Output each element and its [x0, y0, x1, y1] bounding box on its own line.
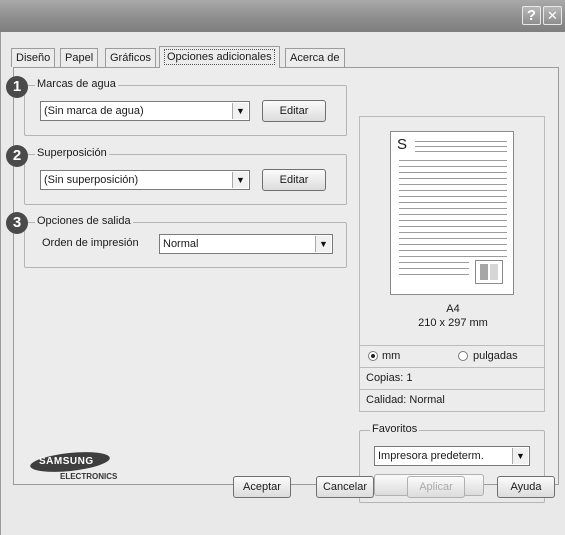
overlay-select-value: (Sin superposición)	[44, 174, 139, 186]
step-1-badge: 1	[6, 76, 28, 98]
units-row: mm pulgadas	[359, 346, 545, 368]
watermark-group-title: Marcas de agua	[35, 78, 118, 90]
tab-opciones-adicionales[interactable]: Opciones adicionales	[159, 46, 280, 68]
output-options-group: Opciones de salida Orden de impresión No…	[24, 215, 347, 268]
tab-diseno[interactable]: Diseño	[11, 48, 56, 67]
title-bar: ? ✕	[0, 0, 565, 32]
chevron-down-icon[interactable]: ▼	[232, 172, 248, 188]
paper-name: A4	[446, 303, 460, 315]
tab-papel[interactable]: Papel	[60, 48, 99, 67]
help-button[interactable]: Ayuda	[497, 476, 555, 498]
watermark-group: Marcas de agua (Sin marca de agua) ▼ Edi…	[24, 78, 347, 136]
print-order-label: Orden de impresión	[42, 237, 139, 249]
help-icon[interactable]: ?	[522, 6, 541, 25]
step-3-badge: 3	[6, 212, 28, 234]
chevron-down-icon[interactable]: ▼	[232, 103, 248, 119]
chevron-down-icon[interactable]: ▼	[315, 236, 331, 252]
watermark-edit-button[interactable]: Editar	[262, 100, 326, 122]
overlay-select[interactable]: (Sin superposición) ▼	[40, 170, 250, 190]
watermark-select[interactable]: (Sin marca de agua) ▼	[40, 101, 250, 121]
print-order-select-value: Normal	[163, 238, 199, 250]
tab-acerca-de[interactable]: Acerca de	[285, 48, 345, 67]
watermark-select-value: (Sin marca de agua)	[44, 105, 144, 117]
cancel-button[interactable]: Cancelar	[316, 476, 374, 498]
quality-info: Calidad: Normal	[359, 390, 545, 412]
image-placeholder-icon	[475, 260, 503, 284]
samsung-logo-brand: SAMSUNG	[39, 456, 94, 467]
copies-info: Copias: 1	[359, 368, 545, 390]
chevron-down-icon[interactable]: ▼	[512, 448, 528, 464]
overlay-group-title: Superposición	[35, 147, 109, 159]
samsung-logo-sub: ELECTRONICS	[60, 472, 118, 481]
tab-panel: Marcas de agua (Sin marca de agua) ▼ Edi…	[6, 67, 559, 503]
paper-size: 210 x 297 mm	[418, 317, 488, 329]
close-icon[interactable]: ✕	[543, 6, 562, 25]
units-inches-radio[interactable]	[458, 351, 468, 361]
tab-label: Opciones adicionales	[164, 49, 275, 65]
favorites-select-value: Impresora predeterm.	[378, 450, 484, 462]
apply-button[interactable]: Aplicar	[407, 476, 465, 498]
ok-button[interactable]: Aceptar	[233, 476, 291, 498]
step-2-badge: 2	[6, 145, 28, 167]
printer-properties-window: Diseño Papel Gráficos Opciones adicional…	[0, 32, 565, 535]
tab-label: Acerca de	[290, 52, 340, 64]
units-inches-label: pulgadas	[473, 350, 518, 362]
overlay-edit-button[interactable]: Editar	[262, 169, 326, 191]
overlay-group: Superposición (Sin superposición) ▼ Edit…	[24, 147, 347, 205]
favorites-group-title: Favoritos	[370, 423, 420, 435]
tab-graficos[interactable]: Gráficos	[105, 48, 156, 67]
print-order-select[interactable]: Normal ▼	[159, 234, 333, 254]
tab-label: Gráficos	[110, 52, 151, 64]
page-preview-letter: S	[397, 136, 408, 153]
output-options-group-title: Opciones de salida	[35, 215, 133, 227]
units-mm-radio[interactable]	[368, 351, 378, 361]
tab-label: Papel	[65, 52, 94, 64]
tab-label: Diseño	[16, 52, 51, 64]
favorites-select[interactable]: Impresora predeterm. ▼	[374, 446, 530, 466]
paper-preview: S A4 210 x 297 mm	[359, 116, 545, 346]
samsung-logo: SAMSUNG ELECTRONICS	[29, 448, 140, 481]
page-preview-image: S	[390, 131, 514, 295]
units-mm-label: mm	[382, 350, 401, 362]
